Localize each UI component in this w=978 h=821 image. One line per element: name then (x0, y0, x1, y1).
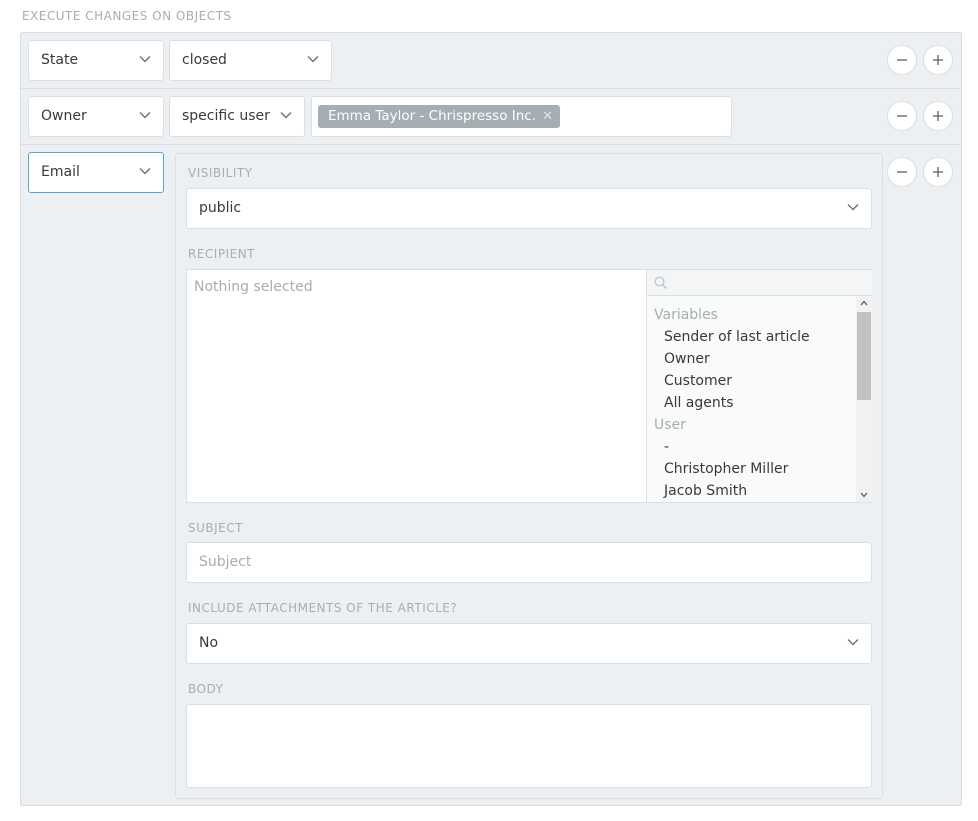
option-sender-of-last-article[interactable]: Sender of last article (647, 326, 855, 348)
state-value-select[interactable]: closed (169, 40, 332, 81)
row-divider (21, 144, 961, 145)
attribute-select-owner[interactable]: Owner (28, 96, 164, 137)
recipient-search-input[interactable] (647, 270, 872, 296)
add-row-button[interactable] (923, 157, 953, 187)
attribute-select-email[interactable]: Email (28, 152, 164, 193)
attachments-select[interactable]: No (186, 623, 872, 664)
minus-circle-icon (897, 171, 907, 173)
add-row-button[interactable] (923, 101, 953, 131)
recipient-scrollbar[interactable] (856, 296, 872, 502)
option-none[interactable]: - (647, 436, 855, 458)
body-editor[interactable] (186, 704, 872, 788)
recipient-option-list: Variables Sender of last article Owner C… (647, 304, 855, 502)
attachments-value: No (199, 635, 219, 651)
plus-circle-icon (933, 111, 943, 121)
recipient-multiselect[interactable]: Nothing selected Variables Sender of las… (186, 269, 872, 503)
plus-circle-icon (933, 55, 943, 65)
option-owner[interactable]: Owner (647, 348, 855, 370)
visibility-value: public (199, 200, 242, 216)
remove-row-button[interactable] (887, 45, 917, 75)
chevron-down-icon (139, 167, 151, 175)
subject-label: SUBJECT (188, 521, 243, 535)
owner-operator-label: specific user (182, 108, 270, 124)
minus-circle-icon (897, 59, 907, 61)
option-christopher-miller[interactable]: Christopher Miller (647, 458, 855, 480)
attribute-select-label: Email (41, 164, 80, 180)
recipient-empty-text: Nothing selected (194, 279, 313, 295)
plus-circle-icon (933, 167, 943, 177)
visibility-label: VISIBILITY (188, 166, 253, 180)
option-group-user: User (654, 417, 686, 433)
recipient-options: Variables Sender of last article Owner C… (646, 270, 872, 502)
scrollbar-thumb[interactable] (857, 312, 871, 400)
subject-input[interactable]: Subject (186, 542, 872, 583)
user-token: Emma Taylor - Chrispresso Inc. ✕ (318, 105, 560, 128)
attachments-label: INCLUDE ATTACHMENTS OF THE ARTICLE? (188, 601, 458, 615)
row-divider (21, 88, 961, 89)
chevron-down-icon (307, 55, 319, 63)
email-settings: VISIBILITY public RECIPIENT Nothing sele… (175, 153, 883, 799)
close-icon[interactable]: ✕ (542, 105, 553, 128)
remove-row-button[interactable] (887, 101, 917, 131)
option-jacob-smith[interactable]: Jacob Smith (647, 480, 855, 502)
chevron-down-icon (139, 111, 151, 119)
search-icon (654, 276, 668, 290)
owner-user-input[interactable]: Emma Taylor - Chrispresso Inc. ✕ (311, 96, 732, 137)
subject-placeholder: Subject (199, 554, 252, 570)
section-title: EXECUTE CHANGES ON OBJECTS (22, 9, 232, 23)
chevron-down-icon (847, 203, 859, 211)
attribute-select-state[interactable]: State (28, 40, 164, 81)
attribute-select-label: State (41, 52, 79, 68)
remove-row-button[interactable] (887, 157, 917, 187)
body-label: BODY (188, 682, 224, 696)
chevron-down-icon (847, 638, 859, 646)
option-customer[interactable]: Customer (647, 370, 855, 392)
owner-operator-select[interactable]: specific user (169, 96, 305, 137)
visibility-select[interactable]: public (186, 188, 872, 229)
add-row-button[interactable] (923, 45, 953, 75)
chevron-down-icon (139, 55, 151, 63)
chevron-down-icon[interactable] (860, 492, 868, 498)
minus-circle-icon (897, 115, 907, 117)
recipient-label: RECIPIENT (188, 247, 256, 261)
option-group-variables: Variables (654, 307, 718, 323)
user-token-label: Emma Taylor - Chrispresso Inc. (328, 108, 536, 124)
actions-panel: State closed Owner specific user Emma Ta… (20, 32, 962, 806)
option-all-agents[interactable]: All agents (647, 392, 855, 414)
attribute-select-label: Owner (41, 108, 87, 124)
chevron-up-icon[interactable] (860, 300, 868, 306)
chevron-down-icon (280, 111, 292, 119)
state-value-label: closed (182, 52, 227, 68)
